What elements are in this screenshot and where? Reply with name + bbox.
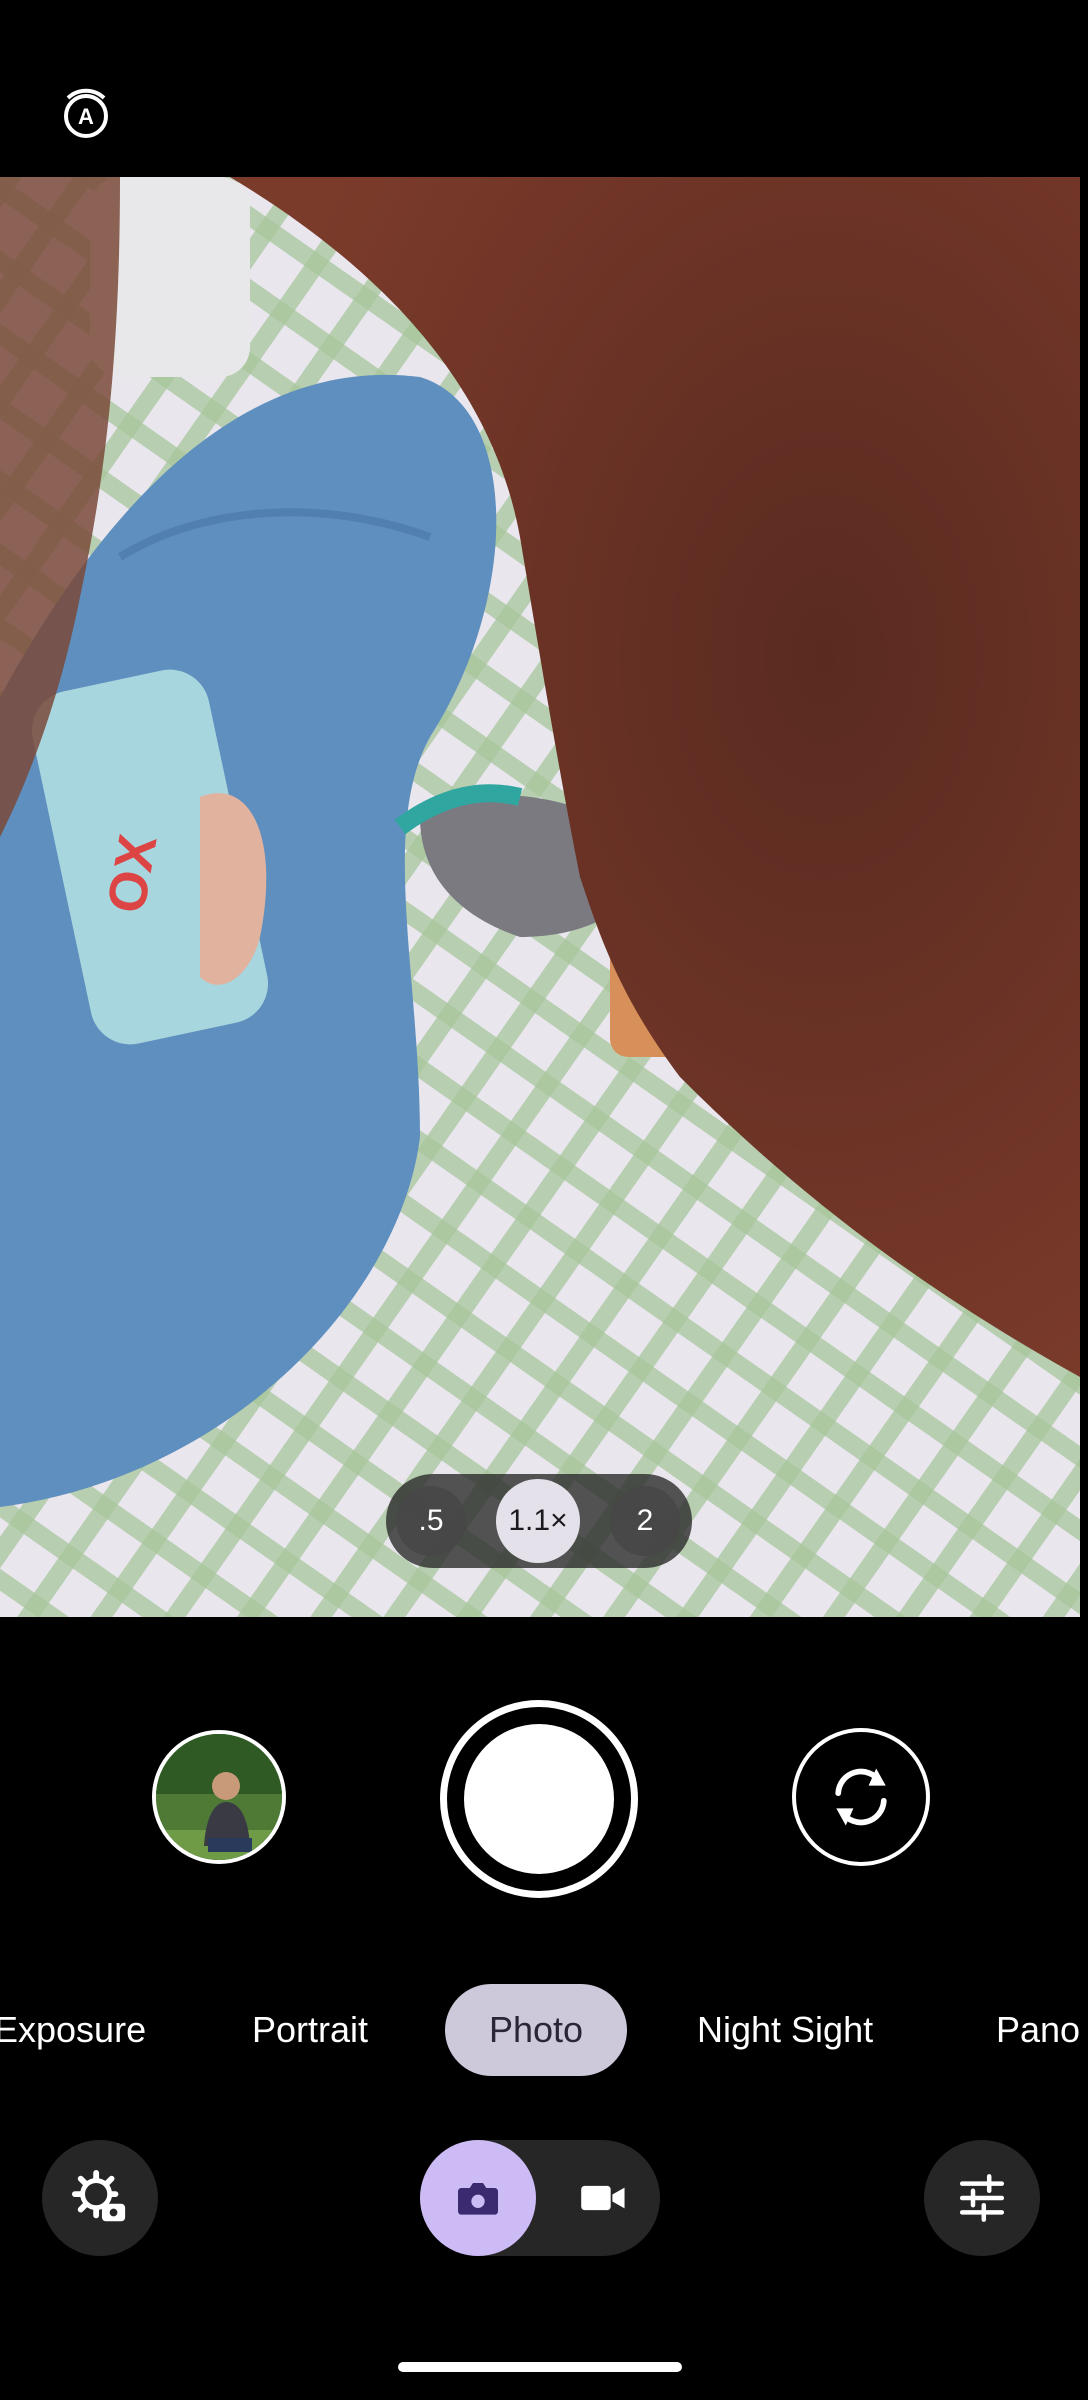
auto-mode-icon[interactable]: A bbox=[58, 88, 114, 144]
photo-mode-toggle[interactable] bbox=[420, 2140, 536, 2256]
camera-viewfinder[interactable]: OX bbox=[0, 177, 1080, 1617]
video-mode-toggle[interactable] bbox=[544, 2140, 660, 2256]
adjustments-button[interactable] bbox=[924, 2140, 1040, 2256]
mode-pano[interactable]: Pano bbox=[996, 1984, 1080, 2076]
shutter-inner bbox=[464, 1724, 614, 1874]
sliders-icon bbox=[959, 2174, 1005, 2222]
zoom-1-1x-button[interactable]: 1.1× bbox=[496, 1479, 580, 1563]
camera-settings-button[interactable] bbox=[42, 2140, 158, 2256]
mode-portrait[interactable]: Portrait bbox=[252, 1984, 368, 2076]
flip-camera-icon bbox=[835, 1768, 887, 1826]
zoom-0-5x-button[interactable]: .5 bbox=[396, 1486, 466, 1556]
shutter-button[interactable] bbox=[440, 1700, 638, 1898]
mode-exposure[interactable]: Exposure bbox=[0, 1984, 146, 2076]
svg-text:A: A bbox=[78, 104, 94, 129]
camera-icon bbox=[458, 2183, 498, 2215]
mode-night-sight[interactable]: Night Sight bbox=[697, 1984, 873, 2076]
mode-selector: Exposure Portrait Photo Night Sight Pano bbox=[0, 1984, 1088, 2076]
camera-video-toggle bbox=[420, 2140, 660, 2256]
gallery-thumbnail[interactable] bbox=[152, 1730, 286, 1864]
camera-settings-icon bbox=[71, 2169, 126, 2222]
home-indicator[interactable] bbox=[398, 2362, 682, 2372]
flip-camera-button[interactable] bbox=[792, 1728, 930, 1866]
video-icon bbox=[581, 2185, 625, 2211]
zoom-selector: .5 1.1× 2 bbox=[386, 1474, 692, 1568]
mode-photo[interactable]: Photo bbox=[445, 1984, 628, 2076]
zoom-2x-button[interactable]: 2 bbox=[610, 1486, 680, 1556]
